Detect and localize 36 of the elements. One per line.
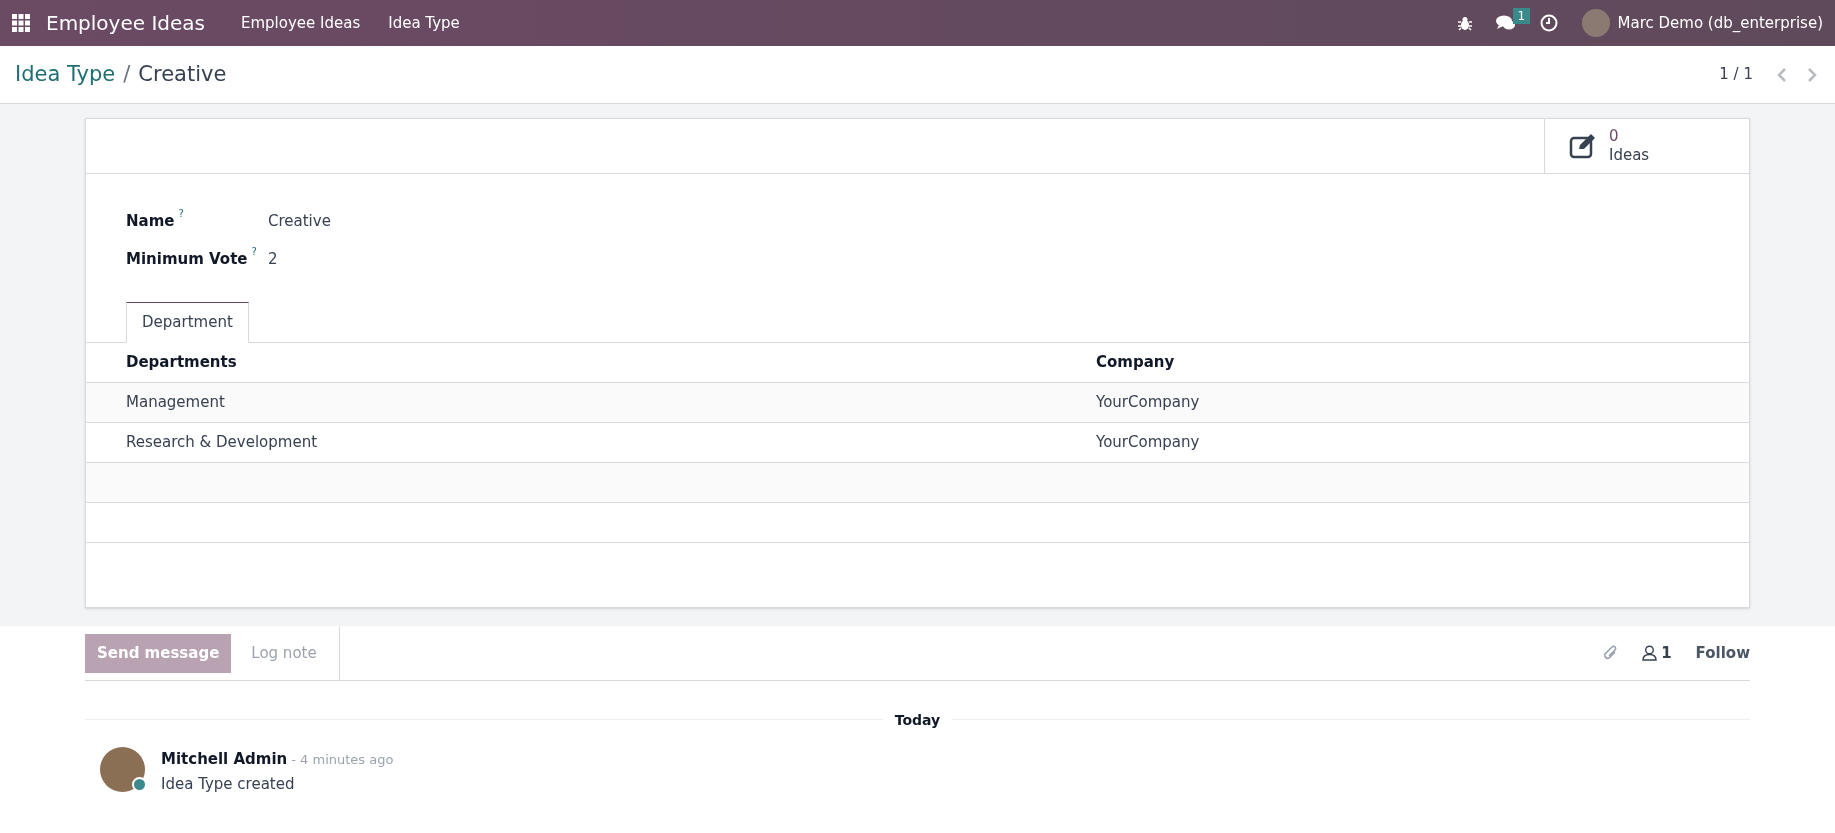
follower-count[interactable]: 1 (1661, 641, 1672, 665)
notification-badge: 1 (1512, 8, 1531, 24)
field-value[interactable]: 2 (268, 247, 278, 271)
message-time: - 4 minutes ago (291, 751, 394, 769)
menu-item[interactable]: Employee Ideas (241, 11, 361, 35)
message-body: Idea Type created (161, 773, 296, 795)
field-label: Minimum Vote (126, 248, 248, 270)
help-tooltip[interactable]: ? (251, 243, 257, 259)
follow-button[interactable]: Follow (1695, 641, 1750, 665)
column-header[interactable]: Departments (126, 351, 1096, 374)
table-cell[interactable]: YourCompany (1096, 431, 1709, 454)
app-name[interactable]: Employee Ideas (46, 8, 205, 38)
breadcrumb-link[interactable]: Idea Type (15, 58, 116, 91)
bug-icon[interactable] (1457, 15, 1472, 31)
breadcrumb-current: Creative (138, 60, 227, 88)
column-header[interactable]: Company (1096, 351, 1709, 374)
field-value[interactable]: Creative (268, 209, 331, 233)
table-cell[interactable]: YourCompany (1096, 391, 1709, 414)
paperclip-icon[interactable] (1602, 644, 1619, 662)
clock-icon[interactable] (1539, 14, 1558, 32)
person-icon[interactable] (1642, 645, 1658, 661)
chat-icon[interactable] (1495, 15, 1516, 31)
author-avatar[interactable] (100, 747, 145, 792)
table-cell[interactable]: Management (126, 391, 1096, 414)
edit-icon (1569, 133, 1597, 159)
menu-item[interactable]: Idea Type (388, 11, 460, 35)
breadcrumb-separator: / (123, 60, 131, 88)
help-tooltip[interactable]: ? (178, 205, 184, 221)
pager-value: 1 / 1 (1719, 64, 1753, 86)
user-name[interactable]: Marc Demo (db_enterprise) (1617, 11, 1823, 35)
table-cell[interactable]: Research & Development (126, 431, 1096, 454)
field-label: Name (126, 210, 175, 232)
author-name[interactable]: Mitchell Admin (161, 748, 288, 771)
ideas-smart-button[interactable]: 0 Ideas (1544, 119, 1749, 173)
app-grid-icon[interactable] (12, 14, 30, 32)
notebook-tab[interactable]: Department (126, 302, 249, 343)
